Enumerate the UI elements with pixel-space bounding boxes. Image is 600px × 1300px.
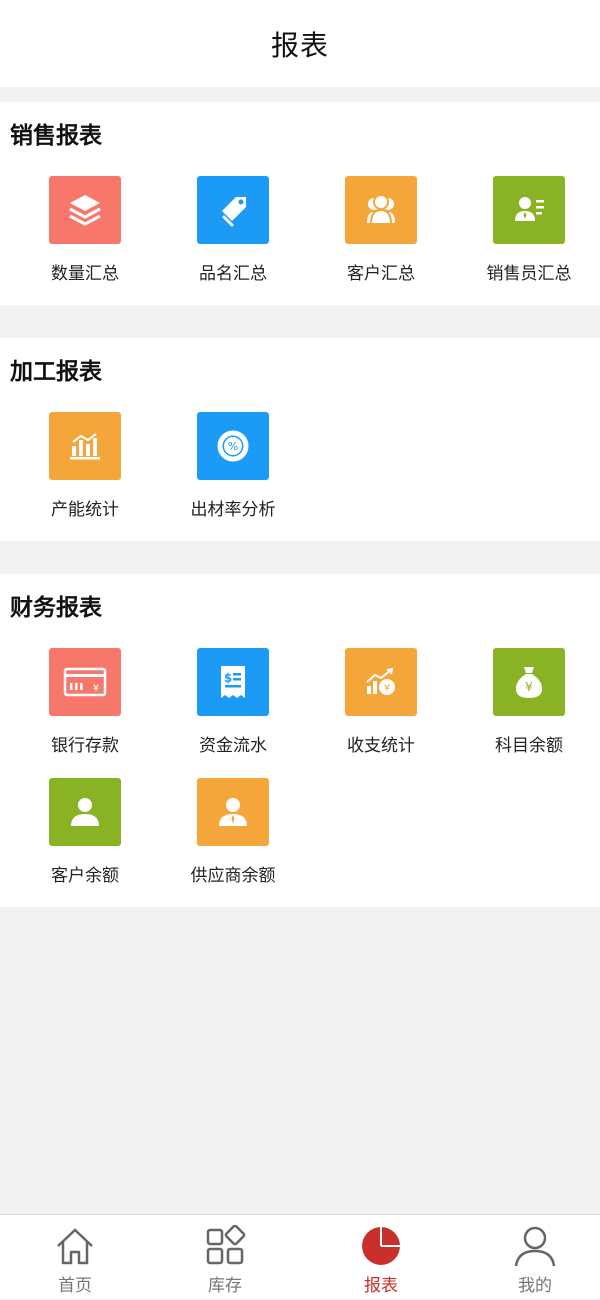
receipt-icon: $ — [197, 648, 269, 716]
tile-customer-balance[interactable]: 客户余额 — [10, 778, 160, 908]
home-icon — [57, 1228, 93, 1265]
tile-customer-summary[interactable]: 客户汇总 — [306, 176, 456, 306]
tile-label: 销售员汇总 — [486, 264, 572, 284]
tile-label: 出材率分析 — [190, 500, 276, 520]
tile-label: 资金流水 — [199, 736, 267, 756]
tab-label-reports: 报表 — [364, 1276, 398, 1296]
tab-profile[interactable]: 我的 — [460, 1215, 600, 1300]
tab-label-inventory: 库存 — [208, 1276, 242, 1296]
tile-label: 科目余额 — [495, 736, 563, 756]
salesperson-icon — [493, 176, 565, 244]
tile-account-balance[interactable]: ¥ 科目余额 — [454, 648, 600, 778]
percent-ring-icon: % — [197, 412, 269, 480]
users-icon — [345, 176, 417, 244]
layers-icon — [49, 176, 121, 244]
svg-text:¥: ¥ — [93, 683, 99, 694]
svg-text:%: % — [228, 440, 238, 453]
bar-chart-icon — [49, 412, 121, 480]
tag-icon — [197, 176, 269, 244]
section-title-processing: 加工报表 — [10, 359, 102, 385]
tile-income-expense[interactable]: ¥ 收支统计 — [306, 648, 456, 778]
profile-icon — [514, 1226, 556, 1267]
tile-label: 收支统计 — [347, 736, 415, 756]
tile-supplier-balance[interactable]: 供应商余额 — [158, 778, 308, 908]
svg-text:¥: ¥ — [384, 683, 390, 694]
tile-capacity-stats[interactable]: 产能统计 — [10, 412, 160, 542]
tile-label: 客户汇总 — [347, 264, 415, 284]
svg-text:$: $ — [224, 671, 232, 685]
section-finance: 财务报表 ¥ 银行存款 $ 资金流水 ¥ 收支统计 ¥ 科目余额 客户余额 供应… — [0, 574, 600, 907]
tile-label: 品名汇总 — [199, 264, 267, 284]
section-title-sales: 销售报表 — [10, 123, 102, 149]
tile-salesperson-summary[interactable]: 销售员汇总 — [454, 176, 600, 306]
tile-label: 数量汇总 — [51, 264, 119, 284]
tab-home[interactable]: 首页 — [0, 1215, 150, 1300]
inventory-icon — [206, 1225, 246, 1265]
svg-text:¥: ¥ — [525, 680, 533, 694]
section-processing: 加工报表 产能统计 % 出材率分析 — [0, 338, 600, 541]
supplier-icon — [197, 778, 269, 846]
person-icon — [49, 778, 121, 846]
tab-reports[interactable]: 报表 — [306, 1215, 456, 1300]
tab-label-home: 首页 — [58, 1276, 92, 1296]
tile-quantity-summary[interactable]: 数量汇总 — [10, 176, 160, 306]
tab-label-profile: 我的 — [518, 1276, 552, 1296]
tab-inventory[interactable]: 库存 — [150, 1215, 300, 1300]
tile-label: 供应商余额 — [190, 866, 276, 886]
section-title-finance: 财务报表 — [10, 595, 102, 621]
tile-label: 客户余额 — [51, 866, 119, 886]
income-chart-icon: ¥ — [345, 648, 417, 716]
tile-product-summary[interactable]: 品名汇总 — [158, 176, 308, 306]
pie-chart-icon — [362, 1227, 400, 1265]
tile-bank-deposits[interactable]: ¥ 银行存款 — [10, 648, 160, 778]
tile-label: 银行存款 — [51, 736, 119, 756]
tile-yield-analysis[interactable]: % 出材率分析 — [158, 412, 308, 542]
bottom-tab-bar: 首页 库存 报表 我的 — [0, 1214, 600, 1299]
page-title: 报表 — [270, 28, 329, 62]
bank-card-icon: ¥ — [49, 648, 121, 716]
page-header: 报表 — [0, 0, 600, 87]
tile-label: 产能统计 — [51, 500, 119, 520]
money-bag-icon: ¥ — [493, 648, 565, 716]
tile-cash-flow[interactable]: $ 资金流水 — [158, 648, 308, 778]
section-sales: 销售报表 数量汇总 品名汇总 客户汇总 销售员汇总 — [0, 102, 600, 305]
